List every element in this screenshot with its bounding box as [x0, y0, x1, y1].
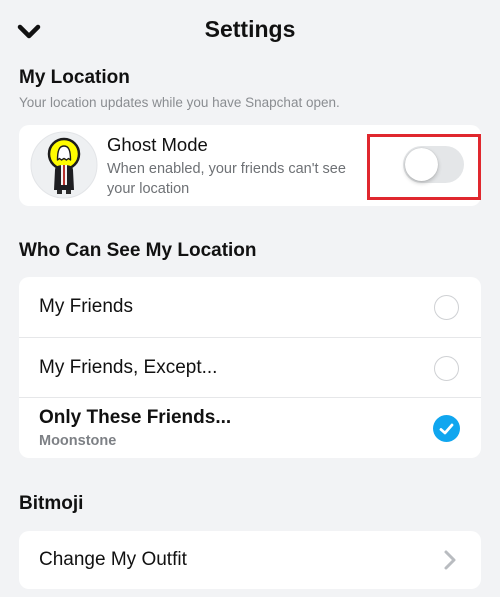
bitmoji-ghost-avatar-icon: [29, 130, 99, 200]
ghost-mode-title: Ghost Mode: [107, 134, 208, 155]
ghost-mode-toggle[interactable]: [403, 146, 464, 183]
toggle-knob: [405, 148, 438, 181]
checkmark-icon: [439, 423, 454, 434]
option-my-friends[interactable]: My Friends: [19, 277, 481, 337]
change-outfit-row[interactable]: Change My Outfit: [19, 531, 481, 589]
option-only-these-friends[interactable]: Only These Friends... Moonstone: [19, 398, 481, 458]
chevron-right-icon: [444, 550, 456, 570]
section-subtitle-my-location: Your location updates while you have Sna…: [19, 95, 340, 110]
section-title-my-location: My Location: [19, 67, 130, 88]
ghost-mode-description: When enabled, your friends can't see you…: [107, 161, 346, 197]
section-title-who-can-see: Who Can See My Location: [19, 240, 257, 261]
radio-checked[interactable]: [433, 415, 460, 442]
option-label: Only These Friends...: [39, 407, 232, 428]
change-outfit-label: Change My Outfit: [39, 549, 187, 570]
who-can-see-card: My Friends My Friends, Except... Only Th…: [19, 277, 481, 458]
radio-unchecked[interactable]: [434, 356, 459, 381]
radio-unchecked[interactable]: [434, 295, 459, 320]
section-title-bitmoji: Bitmoji: [19, 493, 84, 514]
option-label: My Friends: [39, 296, 133, 317]
option-my-friends-except[interactable]: My Friends, Except...: [19, 338, 481, 397]
option-label: My Friends, Except...: [39, 357, 218, 378]
page-title: Settings: [204, 16, 296, 42]
option-sublabel: Moonstone: [39, 433, 117, 449]
header: Settings: [0, 0, 500, 62]
